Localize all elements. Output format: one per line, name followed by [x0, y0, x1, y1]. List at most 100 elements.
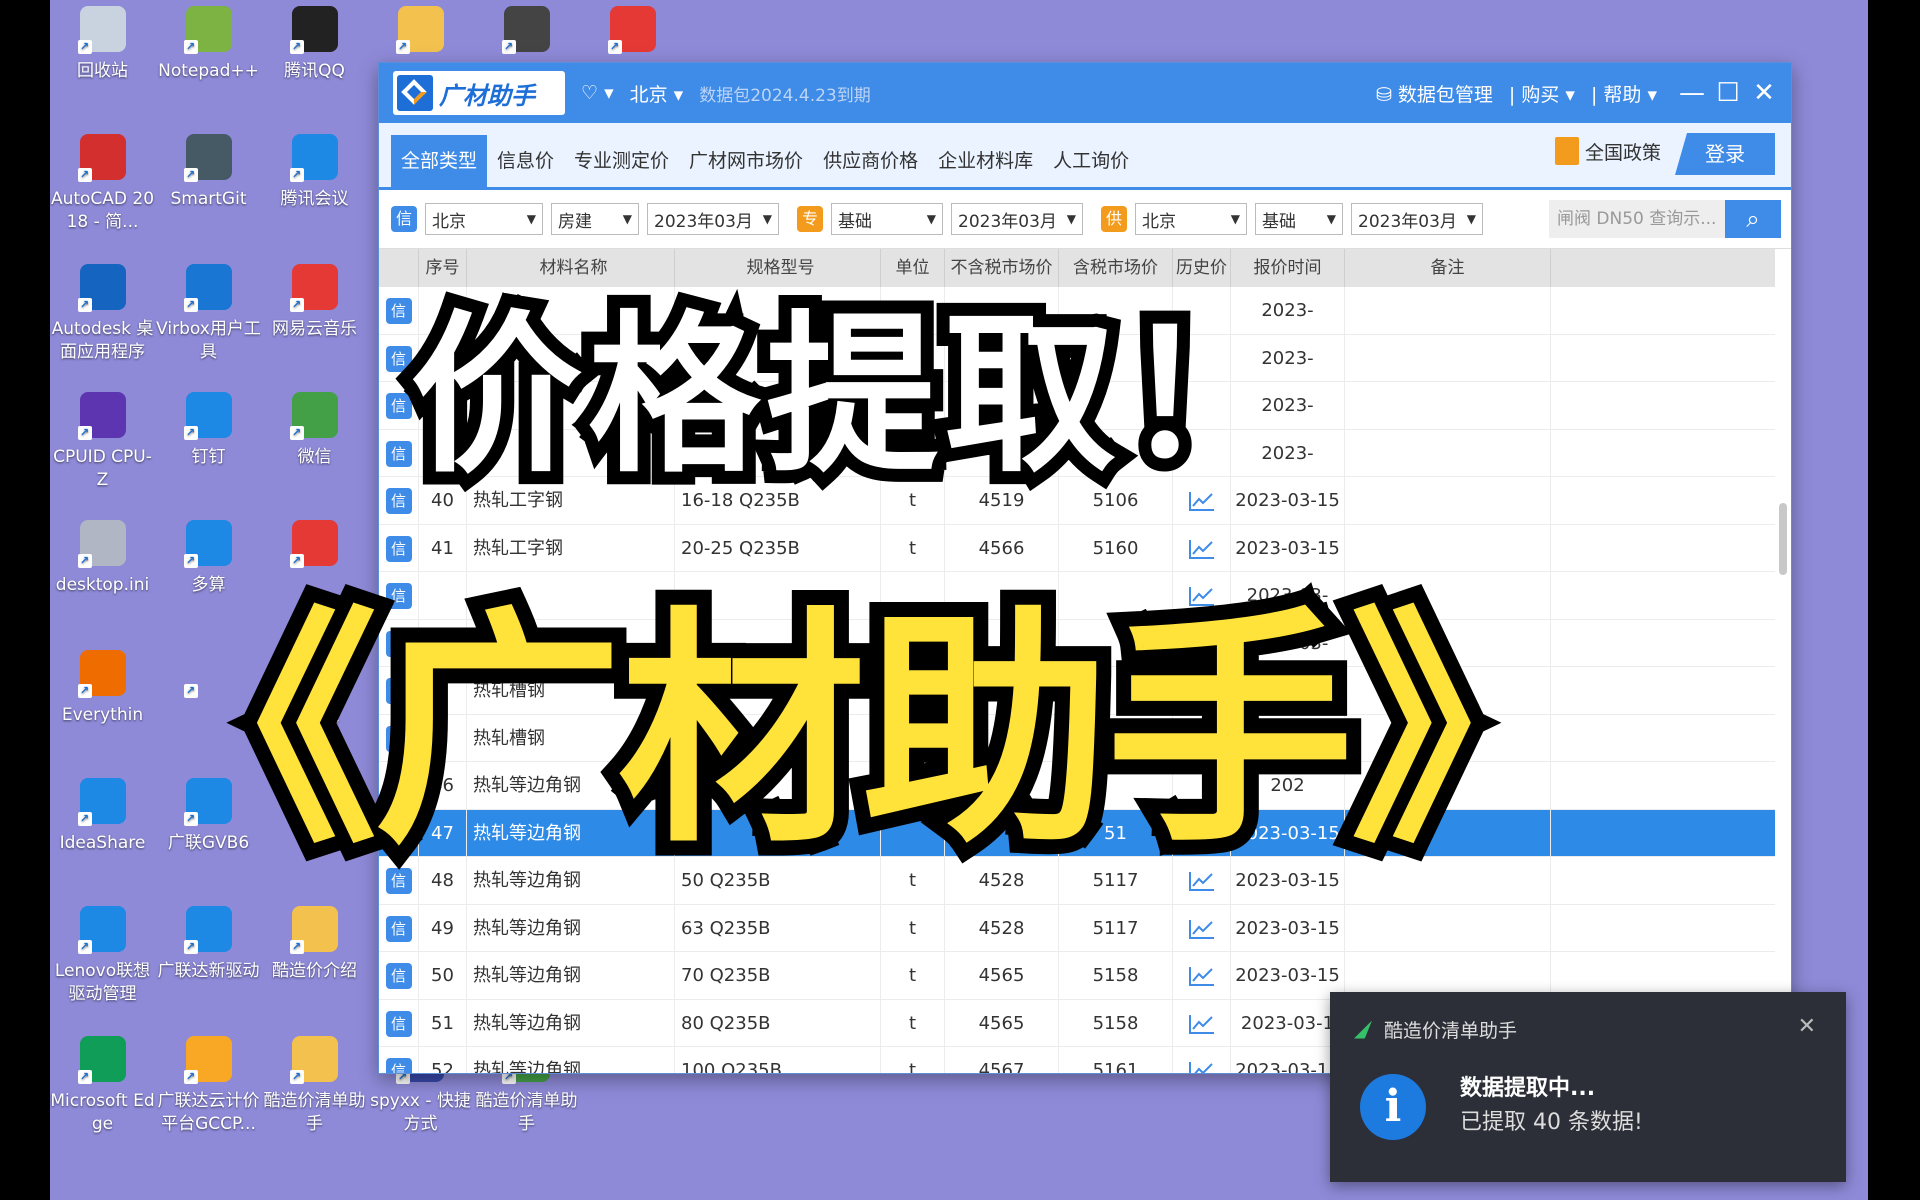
cell-date: 2023-03-15	[1231, 952, 1345, 999]
virbox-icon: ↗	[183, 264, 232, 312]
desktop-icon[interactable]: ↗ Autodesk 桌面应用程序	[50, 264, 155, 364]
shortcut-arrow-icon: ↗	[289, 40, 304, 54]
cell-date: 2023-03-15	[1231, 904, 1345, 951]
buy-menu[interactable]: | 购买 ▾	[1509, 80, 1575, 107]
category-tab[interactable]: 供应商价格	[813, 135, 928, 187]
column-header[interactable]: 备注	[1345, 249, 1551, 287]
vertical-scrollbar[interactable]	[1779, 503, 1787, 575]
desktop-icon[interactable]: ↗ 酷造价介绍	[262, 906, 367, 983]
shortcut-arrow-icon: ↗	[289, 426, 304, 440]
trend-chart-icon[interactable]	[1188, 1060, 1216, 1074]
wechat-icon: ↗	[289, 392, 338, 440]
shortcut-arrow-icon: ↗	[289, 1070, 304, 1084]
desktop-icon[interactable]: ↗ Virbox用户工具	[156, 264, 261, 364]
data-pack-expiry: 数据包2024.4.23到期	[699, 85, 871, 106]
desktop-icon[interactable]: ↗ CPUID CPU-Z	[50, 392, 155, 492]
desktop-icon-label: Microsoft Edge	[50, 1091, 155, 1134]
dingtalk-icon: ↗	[183, 392, 232, 440]
ini-file-icon: ↗	[77, 520, 126, 568]
shortcut-arrow-icon: ↗	[77, 40, 92, 54]
category-tab[interactable]: 信息价	[487, 135, 564, 187]
cell-name: 热轧等边角钢	[467, 1047, 675, 1073]
search-input[interactable]: 闸阀 DN50 查询示...	[1549, 200, 1725, 238]
desktop-icon[interactable]: ↗ 腾讯QQ	[262, 6, 367, 83]
data-pack-management-button[interactable]: ⛁ 数据包管理	[1376, 80, 1493, 107]
desktop-icon-label: 腾讯会议	[280, 189, 349, 209]
desktop-icon[interactable]: ↗ 酷造价清单助手	[262, 1036, 367, 1136]
row-source-cell: 信	[379, 904, 419, 951]
shortcut-arrow-icon: ↗	[77, 940, 92, 954]
recycle-bin-icon: ↗	[77, 6, 126, 54]
date-select-1[interactable]: 2023年03月 ▼	[647, 203, 779, 235]
ideashare-icon: ↗	[77, 778, 126, 826]
desktop-icon[interactable]: ↗ 广联达新驱动	[156, 906, 261, 983]
info-price-badge-icon: 信	[385, 298, 412, 324]
desktop-icon[interactable]: ↗ 网易云音乐	[262, 264, 367, 341]
desktop-icon[interactable]: ↗	[368, 6, 473, 60]
national-policy-link[interactable]: 全国政策	[1554, 137, 1661, 165]
desktop-icon[interactable]: ↗ Notepad++	[156, 6, 261, 83]
favorite-heart-icon[interactable]: ♡ ▾	[581, 82, 614, 104]
notepad-plus-plus-icon: ↗	[183, 6, 232, 54]
date-select-2[interactable]: 2023年03月 ▼	[951, 203, 1083, 235]
toast-close-icon[interactable]: ✕	[1798, 1014, 1816, 1039]
category-tab[interactable]: 广材网市场价	[679, 135, 813, 187]
city-select-1[interactable]: 北京 ▼	[425, 203, 543, 235]
shortcut-arrow-icon: ↗	[77, 812, 92, 826]
info-price-badge-icon: 信	[385, 963, 412, 989]
maximize-button[interactable]: ☐	[1711, 78, 1745, 108]
desktop-icon[interactable]: ↗ 广联达云计价平台GCCP...	[156, 1036, 261, 1136]
desktop-icon[interactable]: ↗ Microsoft Edge	[50, 1036, 155, 1136]
category-tab[interactable]: 人工询价	[1043, 135, 1139, 187]
desktop-icon[interactable]: ↗ 回收站	[50, 6, 155, 83]
search-icon[interactable]: ⌕	[1725, 200, 1781, 238]
info-price-badge-icon: 信	[385, 1010, 412, 1037]
shortcut-arrow-icon: ↗	[289, 298, 304, 312]
close-button[interactable]: ✕	[1747, 78, 1781, 108]
table-row[interactable]: 信 49 热轧等边角钢 63 Q235B t 4528 5117 2023-03-15	[379, 904, 1775, 952]
folder-icon: ↗	[289, 906, 338, 954]
category-tab[interactable]: 专业测定价	[564, 135, 679, 187]
desktop-icon[interactable]: ↗ AutoCAD 2018 - 简...	[50, 134, 155, 234]
shortcut-arrow-icon: ↗	[183, 40, 198, 54]
desktop-icon[interactable]: ↗ SmartGit	[156, 134, 261, 211]
cell-unit: t	[881, 1047, 945, 1073]
type-select-2[interactable]: 基础 ▼	[831, 203, 943, 235]
city-selector[interactable]: 北京 ▾	[630, 80, 684, 107]
desktop-icon[interactable]: ↗ 腾讯会议	[262, 134, 367, 211]
toast-body: 已提取 40 条数据!	[1460, 1110, 1643, 1135]
category-tab[interactable]: 企业材料库	[928, 135, 1043, 187]
cell-no: 51	[419, 999, 467, 1046]
cell-inc: 5161	[1059, 1047, 1173, 1073]
info-price-badge-icon: 信	[385, 488, 412, 514]
trend-chart-icon[interactable]	[1188, 918, 1216, 940]
cell-no: 50	[419, 952, 467, 999]
shortcut-arrow-icon: ↗	[501, 40, 516, 54]
cell-remark	[1345, 382, 1551, 429]
trend-chart-icon[interactable]	[1188, 1013, 1216, 1035]
desktop-icon-label: Virbox用户工具	[156, 319, 261, 362]
login-button[interactable]: 登录	[1675, 133, 1775, 175]
cell-date: 2023-03-1	[1231, 999, 1345, 1046]
cell-ex: 4567	[945, 1047, 1059, 1073]
category-tab[interactable]: 全部类型	[391, 135, 488, 187]
cell-ex: 4528	[945, 904, 1059, 951]
shortcut-arrow-icon: ↗	[77, 684, 92, 698]
desktop-icon[interactable]: ↗	[580, 6, 685, 60]
desktop-icon[interactable]: ↗ 微信	[262, 392, 367, 469]
history-cell	[1173, 999, 1231, 1046]
help-menu[interactable]: | 帮助 ▾	[1591, 80, 1657, 107]
trend-chart-icon[interactable]	[1188, 965, 1216, 987]
category-tabs: 全部类型 信息价 专业测定价 广材网市场价 供应商价格 企业材料库 人工询价 全国政策 登录	[379, 123, 1791, 190]
desktop-icon[interactable]: ↗ Lenovo联想驱动管理	[50, 906, 155, 1006]
minimize-button[interactable]: —	[1675, 78, 1709, 108]
date-select-3[interactable]: 2023年03月 ▼	[1351, 203, 1483, 235]
cell-no: 49	[419, 904, 467, 951]
desktop-icon[interactable]: ↗ 钉钉	[156, 392, 261, 469]
filter-bar: 信 北京 ▼ 房建 ▼ 2023年03月 ▼ 专 基础 ▼ 2023年03月 ▼ 供 北京…	[379, 190, 1791, 249]
logo-icon	[397, 75, 433, 111]
desktop-icon[interactable]: ↗	[474, 6, 579, 60]
type-select-1[interactable]: 房建 ▼	[551, 203, 639, 235]
city-select-3[interactable]: 北京 ▼	[1135, 203, 1247, 235]
type-select-3[interactable]: 基础 ▼	[1255, 203, 1343, 235]
